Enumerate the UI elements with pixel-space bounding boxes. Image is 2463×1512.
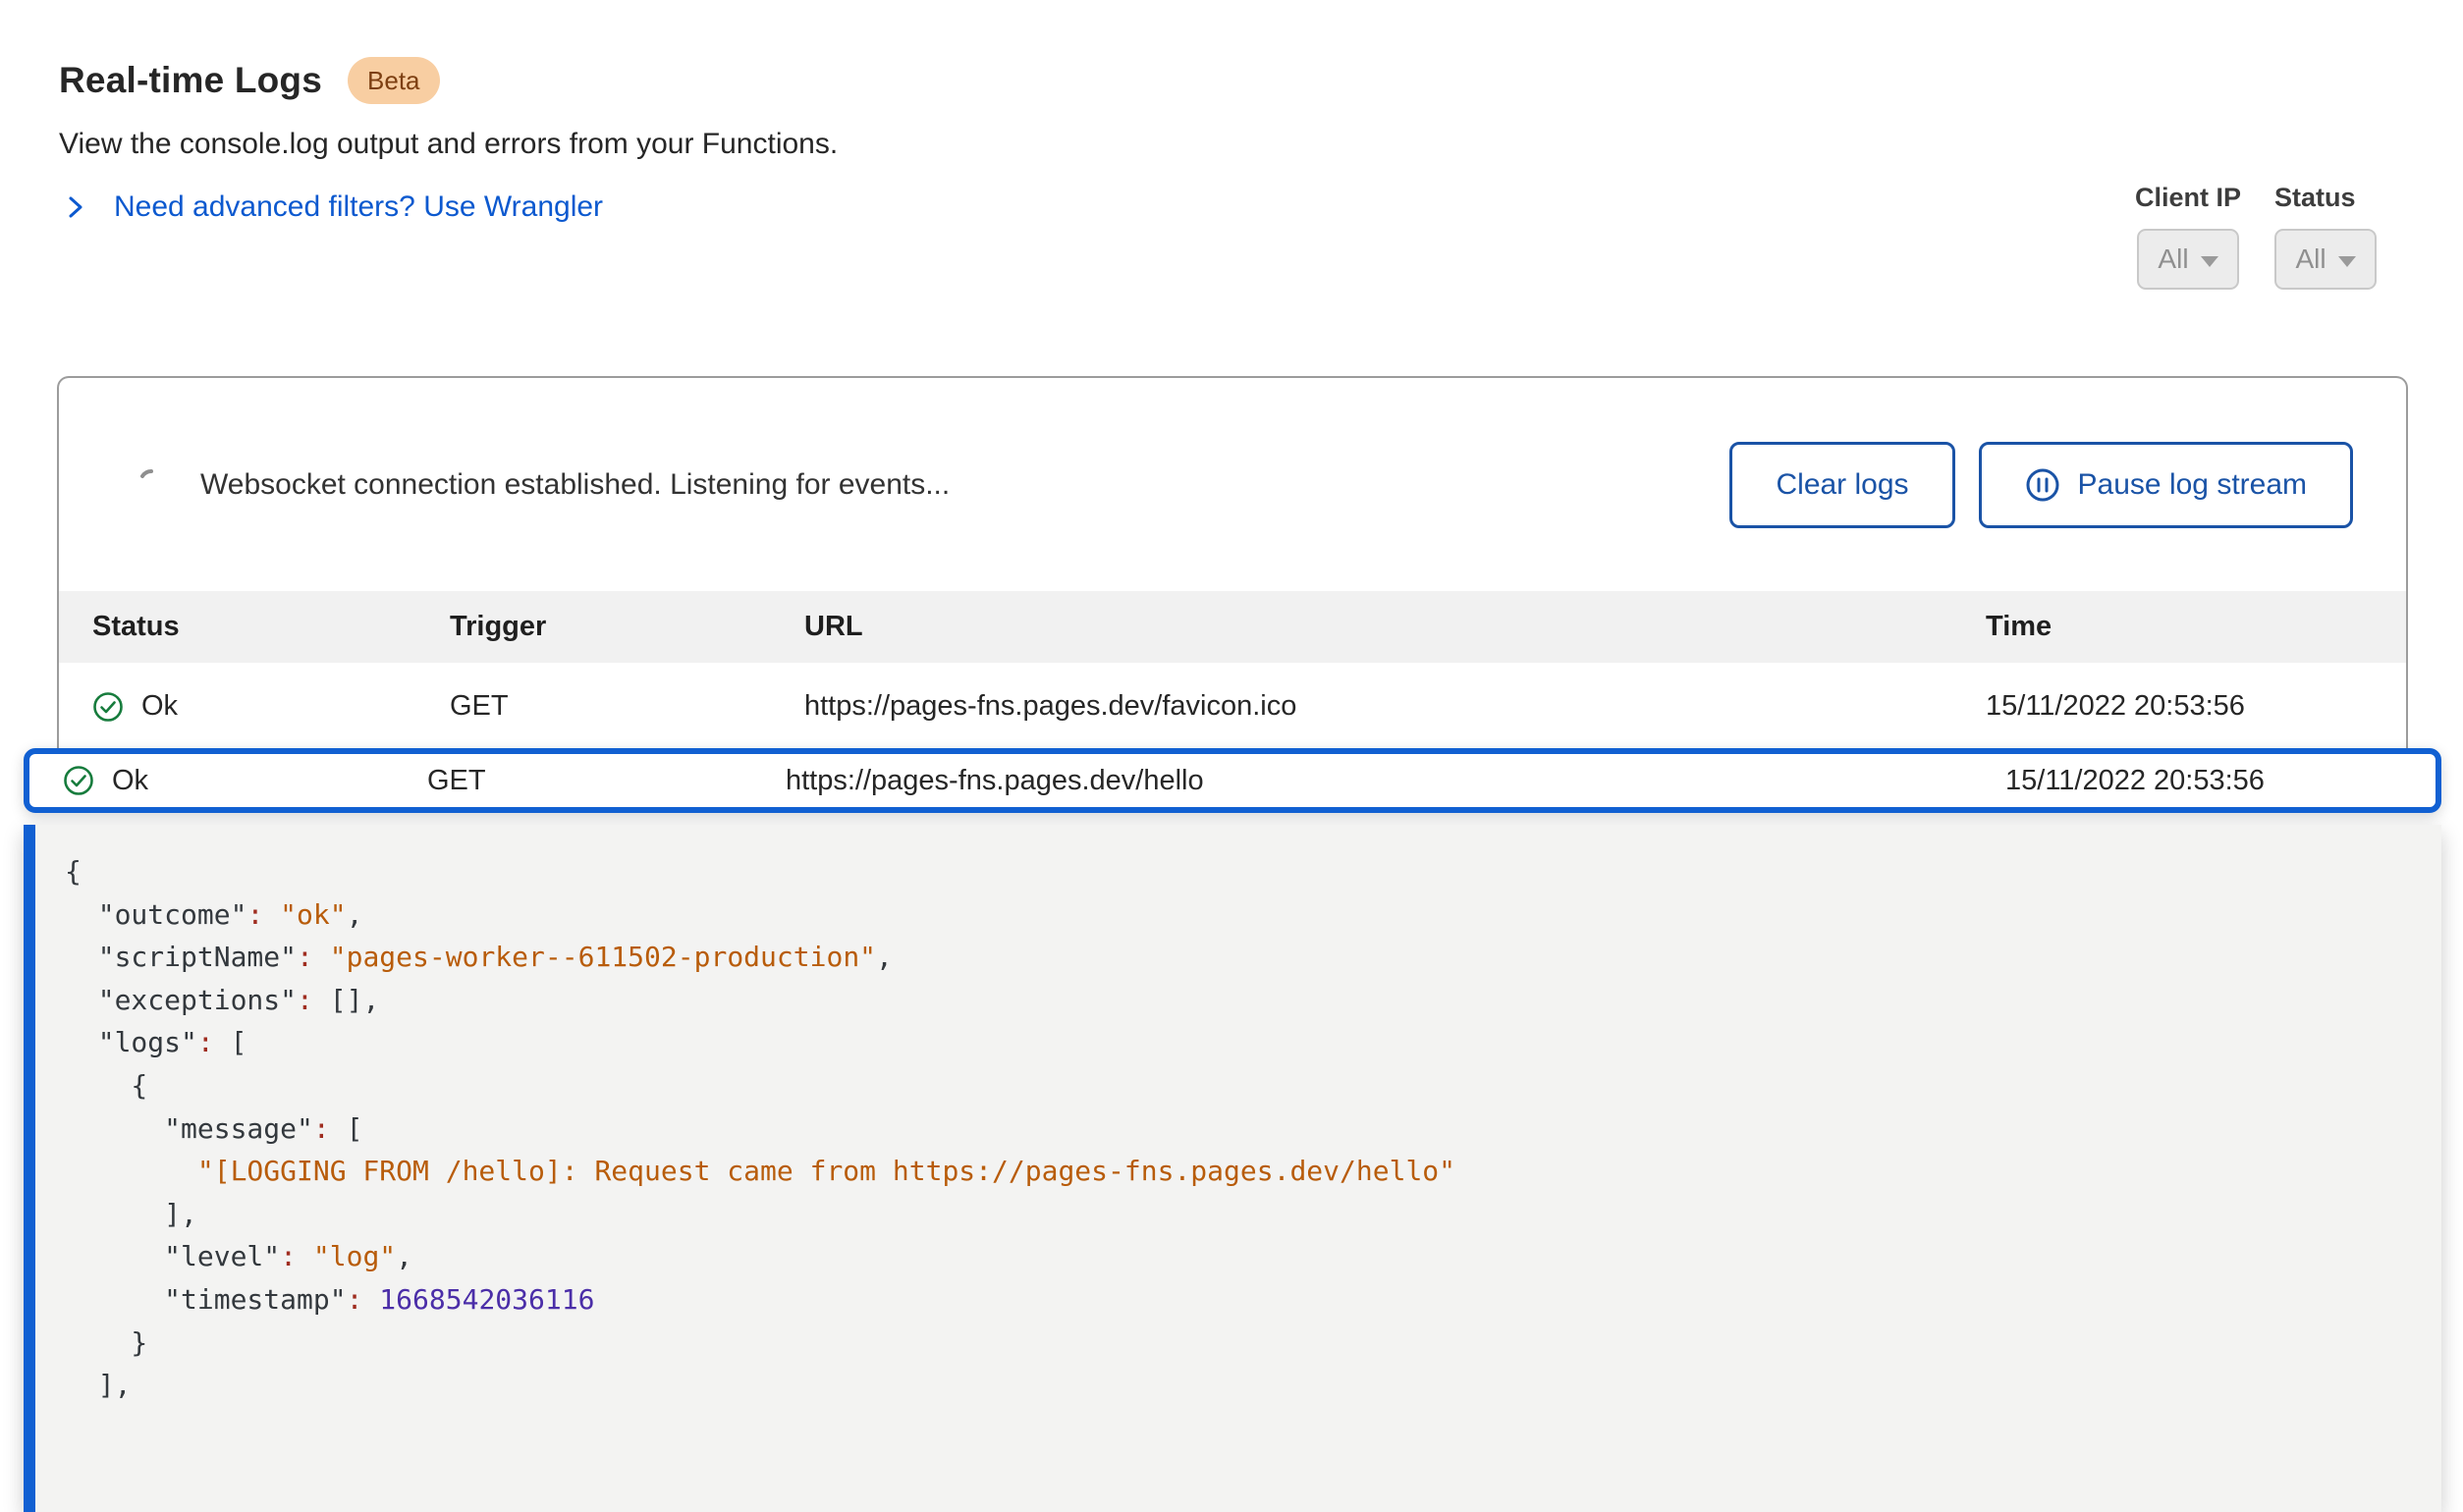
ok-check-circle-icon	[92, 691, 124, 723]
expanded-log-entry: Ok GET https://pages-fns.pages.dev/hello…	[24, 748, 2441, 1512]
row-trigger: GET	[450, 690, 804, 723]
table-row-selected[interactable]: Ok GET https://pages-fns.pages.dev/hello…	[24, 748, 2441, 813]
filters: Client IP All Status All	[2135, 183, 2377, 290]
chevron-down-icon	[2201, 256, 2218, 267]
row-url: https://pages-fns.pages.dev/hello	[786, 765, 2005, 797]
pause-log-stream-button[interactable]: Pause log stream	[1979, 442, 2353, 528]
status-label: Status	[2274, 183, 2356, 213]
beta-badge: Beta	[348, 57, 440, 104]
row-url: https://pages-fns.pages.dev/favicon.ico	[804, 690, 1986, 723]
websocket-status-message: Websocket connection established. Listen…	[200, 468, 950, 502]
client-ip-dropdown[interactable]: All	[2137, 229, 2239, 290]
wrangler-link[interactable]: Need advanced filters? Use Wrangler	[63, 190, 603, 224]
row-status-label: Ok	[112, 765, 148, 797]
ok-check-circle-icon	[63, 765, 94, 796]
client-ip-value: All	[2158, 243, 2188, 275]
col-time: Time	[1986, 611, 2406, 643]
pause-circle-icon	[2025, 467, 2060, 503]
row-status-label: Ok	[141, 690, 178, 723]
filter-status: Status All	[2274, 183, 2377, 290]
chevron-down-icon	[2338, 256, 2356, 267]
page-header: Real-time Logs Beta	[59, 57, 440, 104]
console-bar: Websocket connection established. Listen…	[59, 378, 2406, 591]
pause-log-stream-label: Pause log stream	[2078, 468, 2307, 502]
page-subtitle: View the console.log output and errors f…	[59, 128, 838, 161]
table-row[interactable]: Ok GET https://pages-fns.pages.dev/favic…	[59, 663, 2406, 750]
col-url: URL	[804, 611, 1986, 643]
clear-logs-label: Clear logs	[1776, 468, 1908, 502]
log-card: Websocket connection established. Listen…	[57, 376, 2408, 748]
status-dropdown[interactable]: All	[2274, 229, 2377, 290]
row-time: 15/11/2022 20:53:56	[1986, 690, 2406, 723]
wrangler-link-label: Need advanced filters? Use Wrangler	[114, 190, 603, 224]
row-time: 15/11/2022 20:53:56	[2005, 765, 2436, 797]
col-trigger: Trigger	[450, 611, 804, 643]
log-detail-panel: { "outcome": "ok", "scriptName": "pages-…	[24, 825, 2441, 1512]
status-value: All	[2295, 243, 2326, 275]
filter-client-ip: Client IP All	[2135, 183, 2241, 290]
col-status: Status	[92, 611, 450, 643]
bar-buttons: Clear logs Pause log stream	[1729, 442, 2353, 528]
row-status-cell: Ok	[92, 690, 450, 723]
table-header: Status Trigger URL Time	[59, 591, 2406, 663]
loading-spinner-icon	[137, 468, 165, 501]
page-title: Real-time Logs	[59, 60, 322, 101]
client-ip-label: Client IP	[2135, 183, 2241, 213]
chevron-right-icon	[63, 192, 88, 222]
row-trigger: GET	[427, 765, 786, 797]
clear-logs-button[interactable]: Clear logs	[1729, 442, 1954, 528]
log-json: { "outcome": "ok", "scriptName": "pages-…	[65, 850, 2441, 1407]
row-status-cell: Ok	[63, 765, 427, 797]
